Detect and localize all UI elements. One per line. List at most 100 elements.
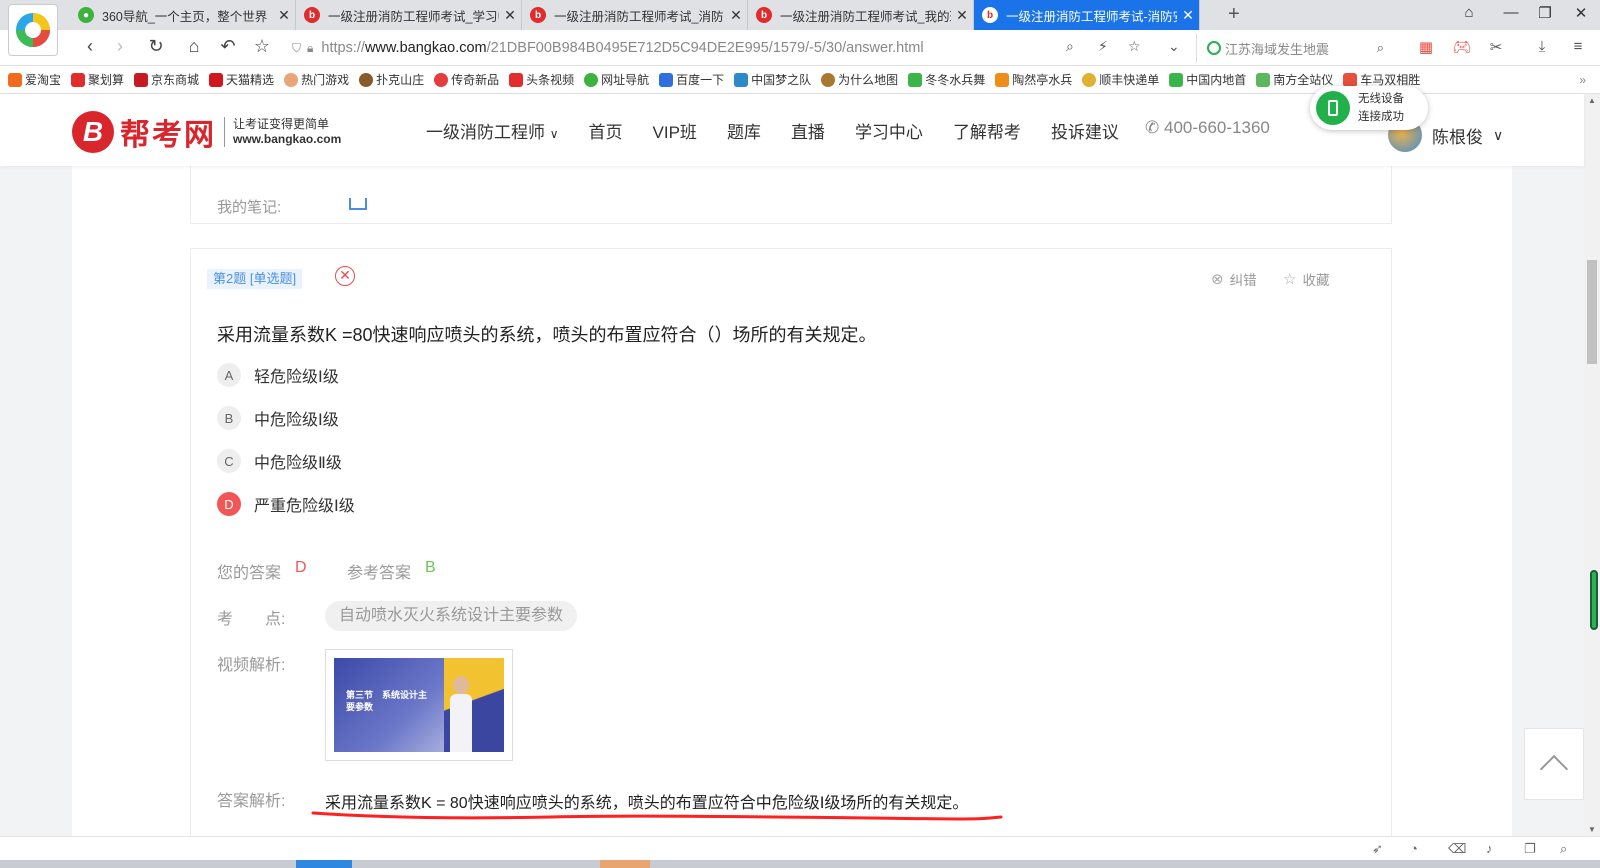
browser-logo[interactable]: [8, 4, 58, 56]
edit-note-icon[interactable]: [349, 198, 367, 210]
zoom-search-icon[interactable]: ⌕: [1560, 841, 1567, 857]
close-icon[interactable]: ✕: [1177, 7, 1199, 24]
speed-icon[interactable]: ◔: [1410, 841, 1418, 856]
minimize-button[interactable]: —: [1496, 4, 1526, 21]
restore-button[interactable]: ❐: [1530, 4, 1560, 22]
apps-grid-icon[interactable]: ▦: [1416, 38, 1436, 58]
report-error-button[interactable]: ⊗ 纠错: [1211, 269, 1257, 289]
browser-tab-1[interactable]: ● 360导航_一个主页，整个世界 ✕: [70, 0, 296, 30]
bookmark-item[interactable]: 南方全站仪: [1256, 71, 1333, 88]
bookmark-item[interactable]: 为什么地图: [821, 71, 898, 88]
shirt-icon[interactable]: ⌂: [1454, 4, 1484, 21]
forward-button[interactable]: ›: [106, 36, 134, 57]
lightning-icon[interactable]: ⚡︎: [1098, 38, 1108, 55]
logo-slogan: 让考证变得更简单: [233, 117, 330, 131]
bookmark-item[interactable]: 爱淘宝: [8, 71, 61, 88]
url-field[interactable]: ⛉ 🔒︎ https://www.bangkao.com/21DBF00B984…: [292, 34, 1170, 62]
dream-team-icon: [734, 72, 749, 87]
nav-complaint[interactable]: 投诉建议: [1051, 118, 1119, 143]
option-b[interactable]: B 中危险级Ⅰ级: [217, 406, 339, 430]
zoom-icon[interactable]: ⌕: [1066, 38, 1074, 55]
nav-about[interactable]: 了解帮考: [953, 118, 1021, 143]
bookmark-label: 京东商城: [151, 73, 200, 87]
bookmark-item[interactable]: 中国梦之队: [734, 71, 811, 88]
browser-tab-3[interactable]: b 一级注册消防工程师考试_消防 ✕: [522, 0, 748, 30]
close-icon[interactable]: ✕: [951, 7, 973, 24]
option-letter: C: [217, 449, 241, 473]
home-button[interactable]: ⌂: [180, 36, 208, 57]
browser-tab-4[interactable]: b 一级注册消防工程师考试_我的班 ✕: [748, 0, 974, 30]
window-close-button[interactable]: ✕: [1566, 4, 1596, 22]
search-input[interactable]: 江苏海域发生地震 ⌕: [1196, 34, 1396, 62]
nav-question-bank[interactable]: 题库: [727, 118, 761, 143]
bookmark-star-button[interactable]: ☆: [248, 36, 276, 57]
bookmark-item[interactable]: 网址导航: [584, 71, 649, 88]
scroll-up-icon[interactable]: ▲: [1584, 96, 1600, 105]
trash-icon[interactable]: ⌫: [1448, 841, 1466, 857]
page-scrollbar[interactable]: ▲ ▼: [1584, 94, 1600, 836]
chevron-down-icon[interactable]: ⌄: [1168, 38, 1180, 55]
option-a[interactable]: A 轻危险级Ⅰ级: [217, 363, 339, 387]
wireless-connected-toast: 无线设备 连接成功: [1310, 86, 1428, 130]
option-d[interactable]: D 严重危险级Ⅰ级: [217, 492, 355, 516]
bookmark-label: 中国内地首: [1186, 73, 1247, 87]
bookmark-label: 传奇新品: [451, 73, 500, 87]
back-to-top-button[interactable]: [1524, 728, 1584, 800]
bookmark-item[interactable]: 扑克山庄: [359, 71, 424, 88]
your-answer-label: 您的答案: [217, 565, 282, 582]
more-bookmarks-icon[interactable]: »: [1579, 73, 1586, 87]
close-icon[interactable]: ✕: [499, 7, 521, 24]
video-analysis-player[interactable]: 第三节 系统设计主 要参数: [325, 649, 513, 761]
report-icon: ⊗: [1211, 271, 1224, 288]
my-notes-label: 我的笔记:: [217, 199, 282, 216]
bookmark-label: 聚划算: [88, 73, 125, 87]
bookmark-item[interactable]: 头条视频: [509, 71, 574, 88]
topic-tag[interactable]: 自动喷水灭火系统设计主要参数: [325, 601, 578, 631]
bookmark-item[interactable]: 热门游戏: [284, 71, 349, 88]
wrong-answer-icon: ✕: [335, 266, 355, 286]
nav-home[interactable]: 首页: [589, 118, 623, 143]
favorite-button[interactable]: ☆ 收藏: [1283, 269, 1329, 289]
browser-tab-active[interactable]: b 一级注册消防工程师考试-消防安 ✕: [974, 0, 1200, 30]
favorite-star-icon[interactable]: ☆: [1128, 38, 1141, 55]
scroll-down-icon[interactable]: ▼: [1584, 825, 1600, 834]
url-host: www.bangkao.com: [364, 40, 487, 56]
bookmark-item[interactable]: 京东商城: [134, 71, 199, 88]
bookmark-item[interactable]: 陶然亭水兵: [995, 71, 1072, 88]
bookmark-item[interactable]: 冬冬水兵舞: [908, 71, 985, 88]
bookmark-item[interactable]: 百度一下: [659, 71, 724, 88]
option-letter: B: [217, 406, 241, 430]
download-icon[interactable]: ⤓: [1532, 38, 1552, 58]
bookmark-item[interactable]: 天猫精选: [209, 71, 274, 88]
gamepad-icon[interactable]: 🎮︎: [1452, 38, 1472, 58]
reload-button[interactable]: ↻: [142, 36, 170, 57]
toast-line1: 无线设备: [1358, 93, 1404, 105]
red-underline-annotation: [311, 811, 1003, 821]
undo-close-button[interactable]: ↶: [214, 36, 242, 57]
rocket-icon[interactable]: ➶: [1372, 841, 1383, 857]
window-icon[interactable]: ❐: [1524, 841, 1536, 857]
search-icon[interactable]: ⌕: [1377, 40, 1384, 56]
browser-tab-2[interactable]: b 一级注册消防工程师考试_学习中 ✕: [296, 0, 522, 30]
side-widget-tab[interactable]: [1590, 570, 1598, 630]
menu-icon[interactable]: ≡: [1568, 38, 1588, 58]
new-tab-button[interactable]: +: [1228, 3, 1240, 26]
close-icon[interactable]: ✕: [273, 7, 295, 24]
bookmark-item[interactable]: 聚划算: [71, 71, 124, 88]
nav-study-center[interactable]: 学习中心: [855, 118, 923, 143]
back-button[interactable]: ‹: [76, 36, 104, 57]
bangkao-icon: b: [756, 7, 772, 23]
volume-icon[interactable]: ♪: [1486, 841, 1493, 856]
close-icon[interactable]: ✕: [725, 7, 747, 24]
bookmark-item[interactable]: 顺丰快递单: [1082, 71, 1159, 88]
option-c[interactable]: C 中危险级Ⅱ级: [217, 449, 342, 473]
bookmark-item[interactable]: 中国内地首: [1169, 71, 1246, 88]
scissors-icon[interactable]: ✂: [1486, 38, 1506, 58]
nav-exam-dropdown[interactable]: 一级消防工程师 ∨: [426, 118, 559, 143]
site-logo[interactable]: B 帮考网 让考证变得更简单 www.bangkao.com: [72, 110, 341, 154]
scrollbar-thumb[interactable]: [1587, 260, 1597, 364]
nav-vip[interactable]: VIP班: [653, 118, 697, 143]
bangkao-icon: b: [530, 7, 546, 23]
nav-live[interactable]: 直播: [791, 118, 825, 143]
bookmark-item[interactable]: 传奇新品: [434, 71, 499, 88]
